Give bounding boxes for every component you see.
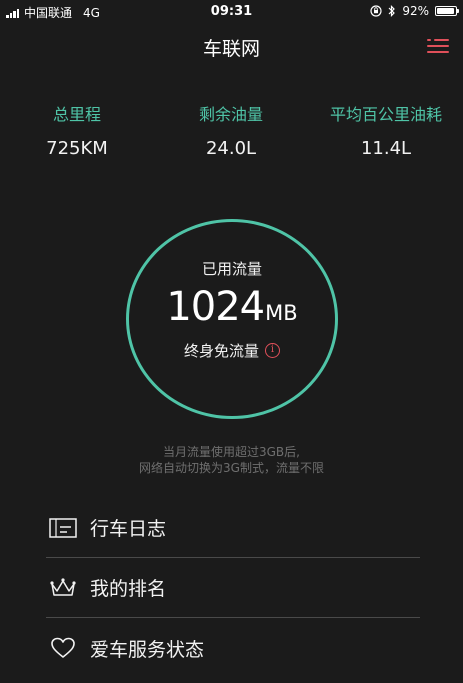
data-usage-unit: MB <box>265 301 298 325</box>
hamburger-menu-icon[interactable] <box>427 37 449 55</box>
stat-label: 总里程 <box>52 105 101 124</box>
bluetooth-icon <box>388 5 396 17</box>
data-usage-label: 已用流量 <box>201 260 262 278</box>
battery-icon <box>435 6 459 16</box>
heart-icon <box>48 636 78 660</box>
list-item-car-service-status[interactable]: 爱车服务状态 <box>46 618 420 678</box>
list-item-label: 我的排名 <box>90 578 167 600</box>
crown-icon <box>48 576 78 600</box>
logbook-icon <box>48 516 78 540</box>
list-item-driving-log[interactable]: 行车日志 <box>46 498 420 558</box>
notice-line-1: 当月流量使用超过3GB后, <box>163 445 300 459</box>
data-usage-value: 1024MB <box>129 284 335 330</box>
notice-line-2: 网络自动切换为3G制式，流量不限 <box>139 461 324 475</box>
orientation-lock-icon <box>370 5 382 17</box>
stat-remaining-fuel: 剩余油量 24.0L <box>154 104 308 160</box>
battery-fill <box>437 8 454 14</box>
list-item-label: 爱车服务状态 <box>90 638 205 661</box>
stat-value: 725KM <box>46 138 108 159</box>
stat-value: 24.0L <box>205 138 257 159</box>
info-icon[interactable]: i <box>265 343 280 358</box>
status-bar: 中国联通 4G 09:31 92% <box>0 0 463 22</box>
data-notice: 当月流量使用超过3GB后, 网络自动切换为3G制式，流量不限 <box>0 444 463 476</box>
stat-label: 剩余油量 <box>198 105 263 124</box>
data-usage-ring: 已用流量 1024MB 终身免流量 i <box>126 219 338 419</box>
battery-percent: 92% <box>402 4 429 18</box>
stat-avg-fuel-consumption: 平均百公里油耗 11.4L <box>309 104 463 160</box>
stat-value: 11.4L <box>360 138 412 159</box>
stat-total-mileage: 总里程 725KM <box>0 104 154 160</box>
menu-list: 行车日志 我的排名 爱车服务状态 <box>46 498 420 678</box>
page-title: 车联网 <box>202 38 260 60</box>
list-item-label: 行车日志 <box>90 518 167 540</box>
data-plan-label: 终身免流量 <box>183 342 259 360</box>
list-item-my-ranking[interactable]: 我的排名 <box>46 558 420 618</box>
status-right: 92% <box>370 4 459 18</box>
data-usage-number: 1024 <box>166 284 265 330</box>
vehicle-stats: 总里程 725KM 剩余油量 24.0L 平均百公里油耗 11.4L <box>0 104 463 164</box>
stat-label: 平均百公里油耗 <box>329 105 442 124</box>
data-plan-status: 终身免流量 i <box>129 340 335 361</box>
